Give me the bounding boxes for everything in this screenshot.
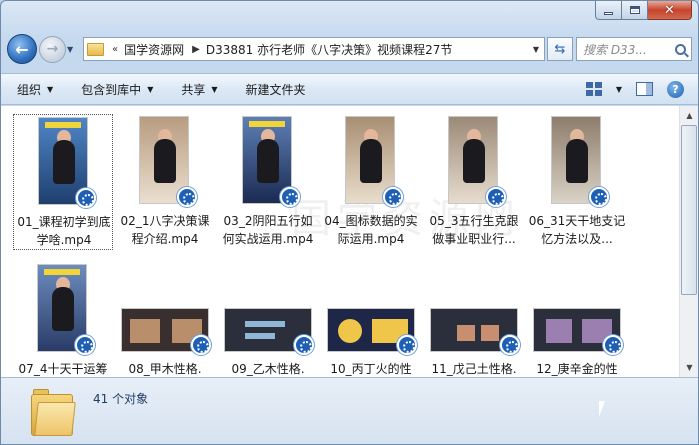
file-name: 08_甲木性格. xyxy=(128,362,202,376)
file-name: 10_丙丁火的性 xyxy=(330,362,412,376)
overflow-chevron-icon[interactable]: « xyxy=(112,44,118,55)
file-name: 05_3五行生克跟做事业职业行... xyxy=(429,214,519,246)
file-name: 07_4十天干运筹 xyxy=(18,362,108,376)
breadcrumb-item-current[interactable]: D33881 亦行老师《八字决策》视频课程27节 xyxy=(206,41,453,58)
file-name: 12_庚辛金的性 xyxy=(536,362,618,376)
media-player-icon xyxy=(177,187,197,207)
media-player-icon xyxy=(191,335,211,355)
file-name: 03_2阴阳五行如何实战运用.mp4 xyxy=(222,214,314,246)
file-item[interactable]: 03_2阴阳五行如何实战运用.mp4 xyxy=(218,114,318,250)
view-dropdown-icon[interactable]: ▼ xyxy=(616,85,622,94)
include-in-library-label: 包含到库中 xyxy=(81,82,142,97)
command-bar: 组织 ▼ 包含到库中 ▼ 共享 ▼ 新建文件夹 ▼ ? xyxy=(1,73,698,105)
file-item[interactable]: 04_图标数据的实际运用.mp4 xyxy=(321,114,421,250)
new-folder-label: 新建文件夹 xyxy=(245,82,306,97)
scrollbar-thumb[interactable] xyxy=(681,125,697,295)
back-arrow-icon: ← xyxy=(15,39,29,59)
chevron-down-icon: ▼ xyxy=(147,84,154,94)
change-view-icon[interactable] xyxy=(585,82,602,96)
close-button[interactable]: ✕ xyxy=(648,1,692,20)
media-player-icon xyxy=(383,187,403,207)
address-dropdown-icon[interactable]: ▼ xyxy=(528,38,544,60)
media-player-icon xyxy=(280,187,300,207)
folder-icon xyxy=(31,386,76,438)
close-icon: ✕ xyxy=(664,2,675,18)
file-name: 01_课程初学到底学啥.mp4 xyxy=(17,215,111,247)
search-icon[interactable] xyxy=(675,43,686,55)
media-player-icon xyxy=(75,335,95,355)
file-item[interactable]: 01_课程初学到底学啥.mp4 xyxy=(13,114,113,250)
media-player-icon xyxy=(397,335,417,355)
file-list[interactable]: 国学资源网 01_课程初学到底学啥.mp4 02_1八字决策课程介绍.mp4 0… xyxy=(1,106,679,377)
file-name: 11_戊己土性格. xyxy=(431,362,517,376)
recent-pages-button[interactable]: ▼ xyxy=(67,45,79,54)
mouse-cursor-icon xyxy=(599,401,611,417)
media-player-icon xyxy=(589,187,609,207)
refresh-button[interactable]: ⇆ xyxy=(547,37,573,61)
minimize-button[interactable] xyxy=(595,1,622,20)
file-item[interactable]: 07_4十天干运筹 xyxy=(13,262,113,377)
refresh-icon: ⇆ xyxy=(554,41,566,57)
chevron-down-icon: ▼ xyxy=(211,84,218,94)
media-player-icon xyxy=(486,187,506,207)
search-input[interactable]: 搜索 D33... xyxy=(576,37,692,61)
help-icon[interactable]: ? xyxy=(667,80,684,98)
share-label: 共享 xyxy=(181,82,206,97)
organize-label: 组织 xyxy=(17,82,42,97)
media-player-icon xyxy=(294,335,314,355)
file-item[interactable]: 06_31天干地支记忆方法以及... xyxy=(527,114,627,250)
file-item[interactable]: 05_3五行生克跟做事业职业行... xyxy=(424,114,524,250)
preview-pane-icon[interactable] xyxy=(636,82,653,96)
media-player-icon xyxy=(603,335,623,355)
forward-arrow-icon: → xyxy=(46,41,59,57)
vertical-scrollbar[interactable]: ▲ ▼ xyxy=(679,106,698,377)
breadcrumb-separator-icon[interactable]: ▶ xyxy=(192,44,200,55)
maximize-button[interactable] xyxy=(622,1,648,20)
maximize-icon xyxy=(629,6,640,14)
address-bar[interactable]: « 国学资源网 ▶ D33881 亦行老师《八字决策》视频课程27节 ▼ xyxy=(83,37,545,61)
file-item[interactable]: 10_丙丁火的性 xyxy=(321,262,421,377)
navigation-bar: ← → ▼ « 国学资源网 ▶ D33881 亦行老师《八字决策》视频课程27节… xyxy=(7,33,692,65)
media-player-icon xyxy=(500,335,520,355)
details-pane: 41 个对象 xyxy=(1,377,698,444)
search-placeholder: 搜索 D33... xyxy=(583,42,647,57)
file-item[interactable]: 08_甲木性格. xyxy=(115,262,215,377)
caption-buttons: ✕ xyxy=(595,1,692,22)
file-name: 06_31天干地支记忆方法以及... xyxy=(528,214,626,246)
explorer-window: ✕ ← → ▼ « 国学资源网 ▶ D33881 亦行老师《八字决策》视频课程2… xyxy=(0,0,699,445)
file-item[interactable]: 11_戊己土性格. xyxy=(424,262,524,377)
breadcrumb-item[interactable]: 国学资源网 xyxy=(124,41,184,58)
minimize-icon xyxy=(604,11,613,15)
media-player-icon xyxy=(76,188,96,208)
file-item[interactable]: 09_乙木性格. xyxy=(218,262,318,377)
back-button[interactable]: ← xyxy=(7,34,37,64)
organize-button[interactable]: 组织 ▼ xyxy=(17,81,53,98)
folder-icon xyxy=(87,42,104,56)
scroll-down-icon[interactable]: ▼ xyxy=(681,359,698,376)
forward-button[interactable]: → xyxy=(39,35,66,63)
file-name: 04_图标数据的实际运用.mp4 xyxy=(324,214,418,246)
include-in-library-button[interactable]: 包含到库中 ▼ xyxy=(81,81,153,98)
scroll-up-icon[interactable]: ▲ xyxy=(681,107,698,124)
chevron-down-icon: ▼ xyxy=(47,84,54,94)
file-name: 02_1八字决策课程介绍.mp4 xyxy=(120,214,210,246)
file-name: 09_乙木性格. xyxy=(231,362,305,376)
file-item[interactable]: 02_1八字决策课程介绍.mp4 xyxy=(115,114,215,250)
new-folder-button[interactable]: 新建文件夹 xyxy=(246,81,306,98)
share-button[interactable]: 共享 ▼ xyxy=(181,81,217,98)
item-count: 41 个对象 xyxy=(93,392,149,406)
file-item[interactable]: 12_庚辛金的性 xyxy=(527,262,627,377)
